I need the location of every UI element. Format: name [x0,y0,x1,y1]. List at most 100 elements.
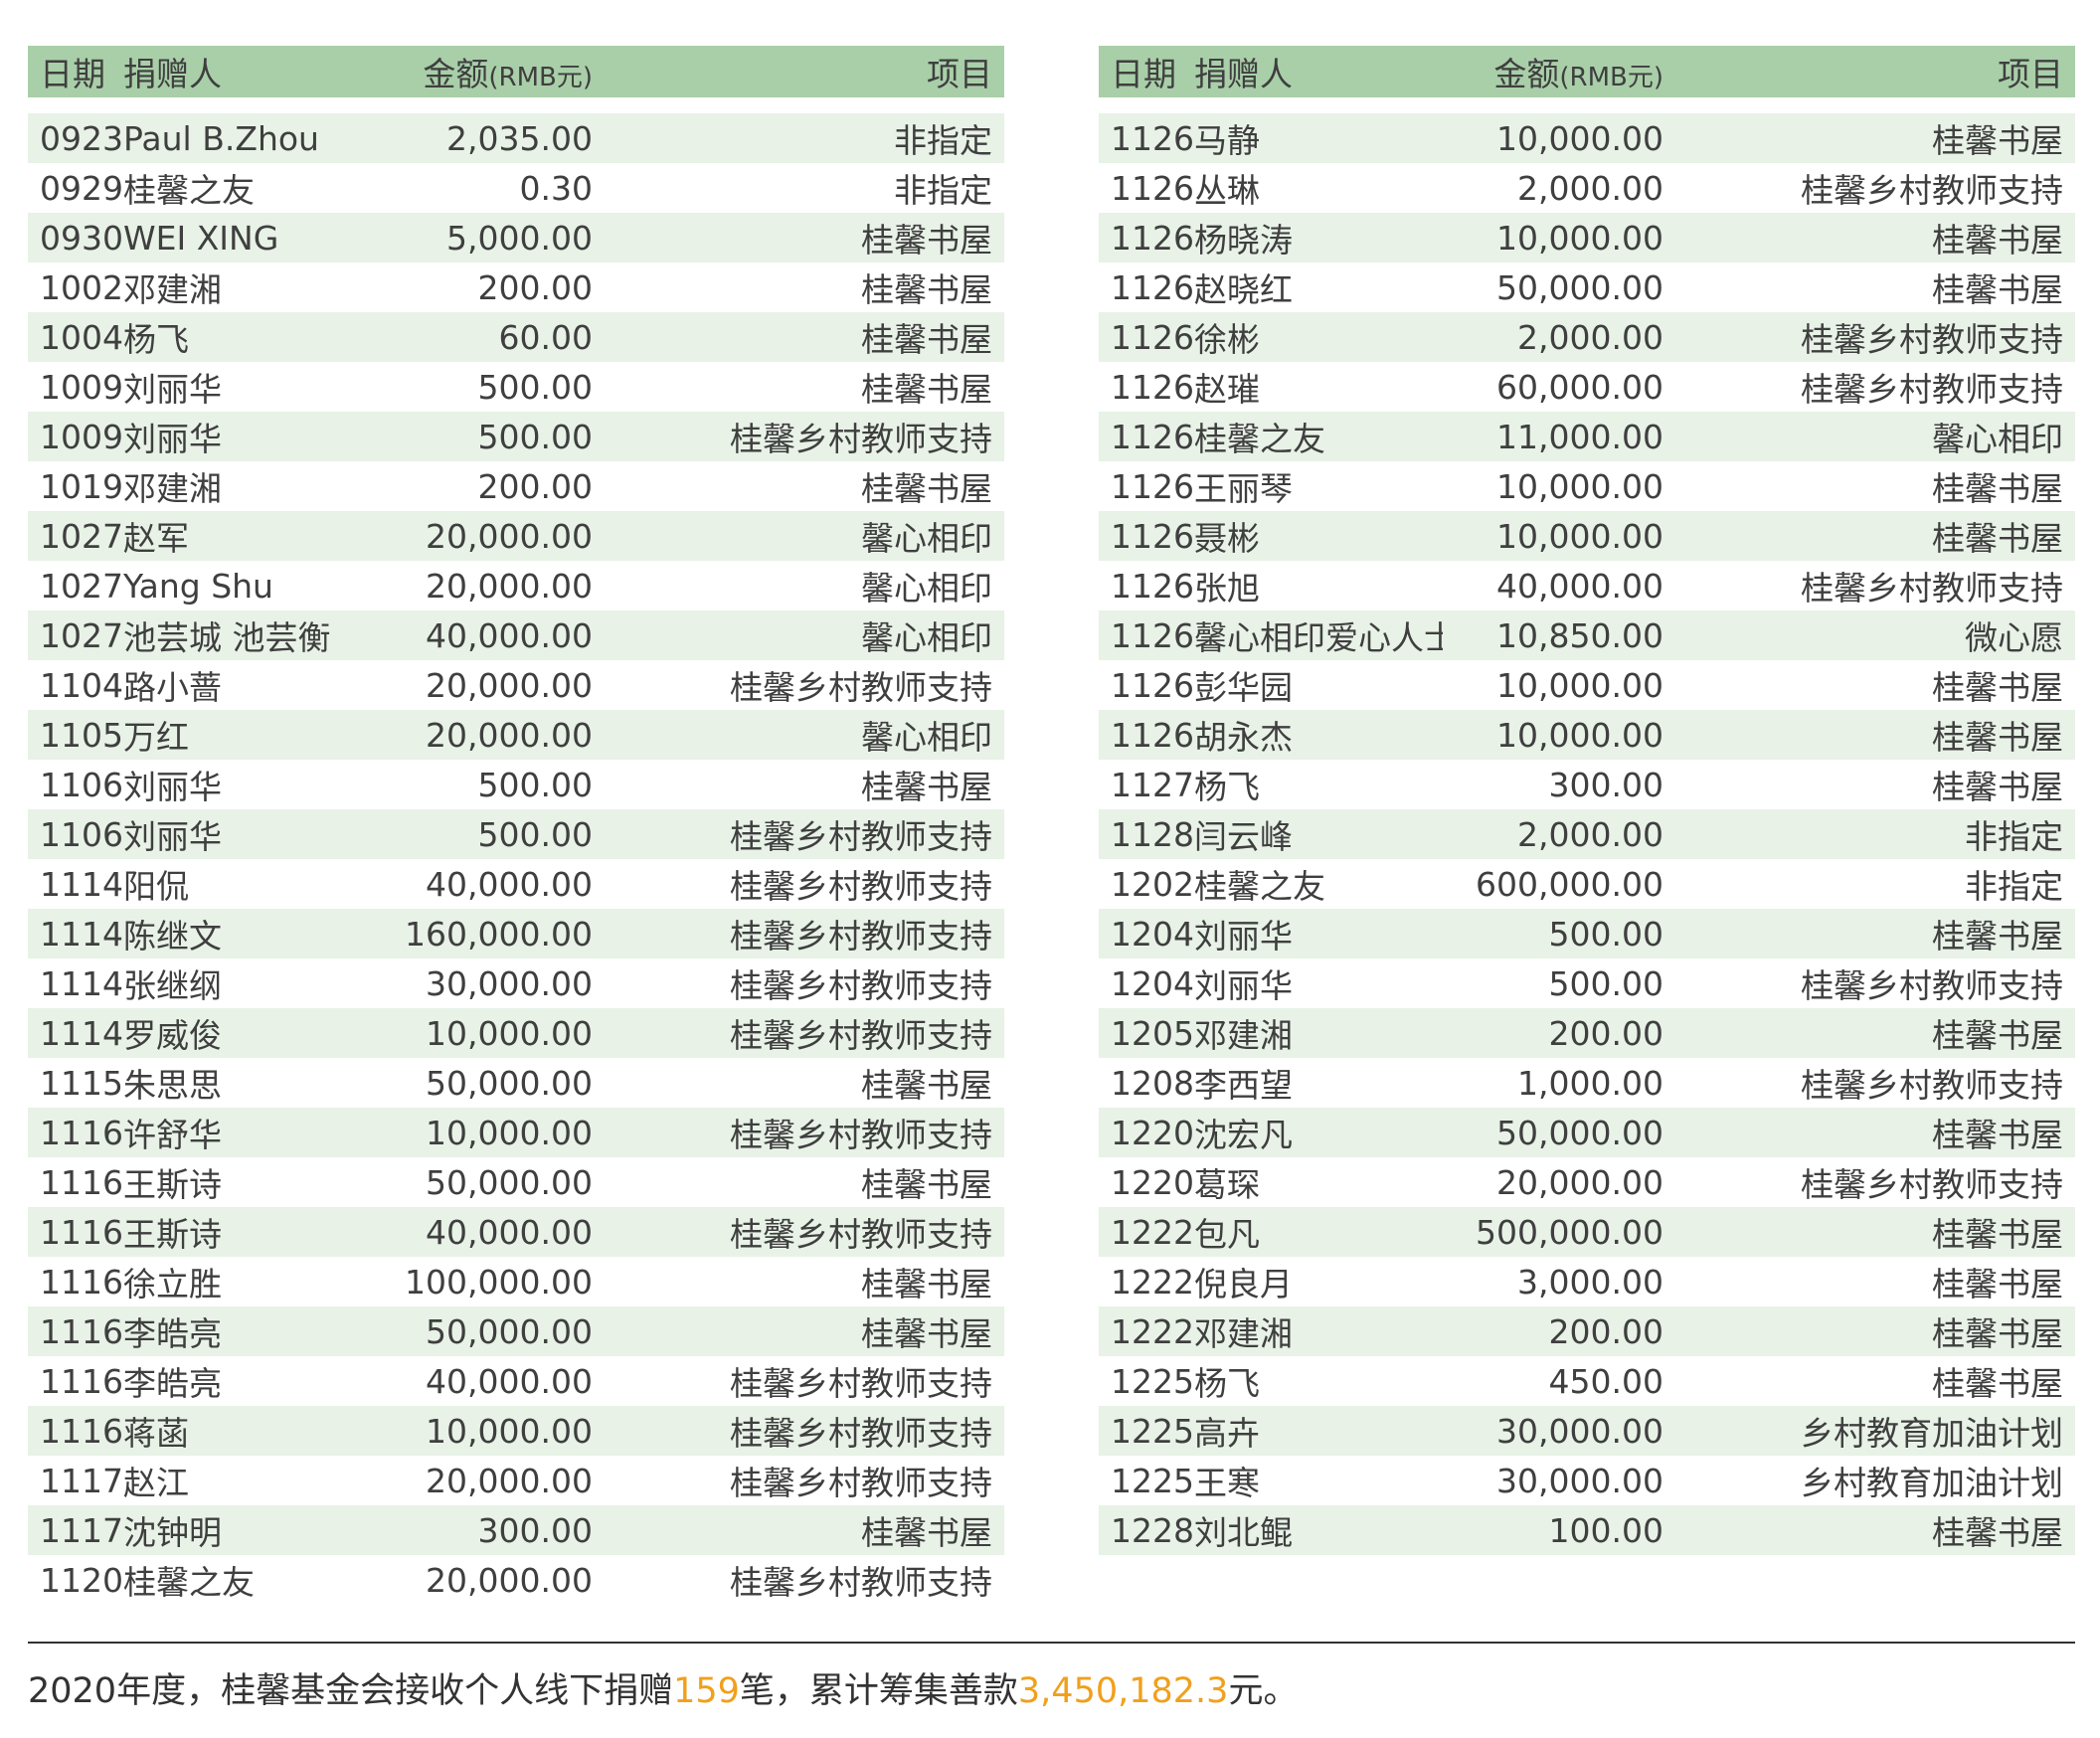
cell-date: 1116 [40,1411,123,1451]
cell-donor: 桂馨之友 [1194,867,1325,906]
table-row: 1126 桂馨之友 11,000.00 馨心相印 [1099,412,2075,461]
cell-amount: 20,000.00 [426,665,593,705]
cell-donor: 阳侃 [123,867,189,906]
table-row: 1114 罗威俊 10,000.00 桂馨乡村教师支持 [28,1008,1004,1058]
cell-donor: 杨飞 [1194,1364,1260,1403]
table-row: 1114 张继纲 30,000.00 桂馨乡村教师支持 [28,958,1004,1008]
cell-project: 桂馨乡村教师支持 [730,1364,992,1403]
cell-date: 1126 [1111,317,1194,357]
summary-total: 3,450,182.3 [1017,1671,1229,1711]
cell-date: 1208 [1111,1063,1194,1103]
cell-donor: 李西望 [1194,1066,1293,1105]
cell-amount: 30,000.00 [1496,1411,1663,1451]
cell-date: 1115 [40,1063,123,1103]
cell-project: 桂馨乡村教师支持 [730,917,992,956]
cell-project: 桂馨书屋 [861,320,992,359]
header-amount: 金额(RMB元) [372,48,593,95]
cell-amount: 20,000.00 [426,516,593,556]
cell-project: 桂馨书屋 [1932,1215,2063,1254]
table-row: 1220 葛琛 20,000.00 桂馨乡村教师支持 [1099,1157,2075,1207]
cell-donor: 张旭 [1194,569,1260,608]
table-row: 1027 池芸城 池芸衡 40,000.00 馨心相印 [28,610,1004,660]
cell-project: 桂馨乡村教师支持 [730,1464,992,1502]
cell-date: 1225 [1111,1361,1194,1401]
cell-date: 1117 [40,1461,123,1500]
cell-amount: 3,000.00 [1517,1262,1663,1302]
table-row: 1126 彭华园 10,000.00 桂馨书屋 [1099,660,2075,710]
header-amount: 金额(RMB元) [1443,48,1663,95]
cell-project: 桂馨书屋 [861,270,992,309]
cell-project: 桂馨书屋 [861,1513,992,1552]
header-date: 日期 [40,55,105,93]
cell-amount: 30,000.00 [1496,1461,1663,1500]
cell-donor: 陈继文 [123,917,222,956]
table-row: 1120 桂馨之友 20,000.00 桂馨乡村教师支持 [28,1555,1004,1605]
cell-date: 1027 [40,615,123,655]
cell-amount: 200.00 [1548,1013,1663,1053]
table-row: 1027 赵军 20,000.00 馨心相印 [28,511,1004,561]
cell-amount: 200.00 [477,267,593,307]
cell-donor: WEI XING [123,218,279,258]
table-row: 1225 王寒 30,000.00 乡村教育加油计划 [1099,1456,2075,1505]
cell-amount: 2,000.00 [1517,317,1663,357]
cell-amount: 600,000.00 [1476,864,1663,904]
table-row: 1117 赵江 20,000.00 桂馨乡村教师支持 [28,1456,1004,1505]
cell-amount: 160,000.00 [405,914,593,954]
table-row: 1116 李皓亮 40,000.00 桂馨乡村教师支持 [28,1356,1004,1406]
cell-donor: 路小蔷 [123,668,222,707]
table-row: 1128 闫云峰 2,000.00 非指定 [1099,809,2075,859]
cell-project: 桂馨乡村教师支持 [1801,320,2063,359]
cell-date: 1126 [1111,118,1194,158]
cell-project: 桂馨书屋 [1932,519,2063,558]
cell-project: 桂馨书屋 [1932,768,2063,806]
cell-amount: 11,000.00 [1496,417,1663,456]
cell-date: 1002 [40,267,123,307]
table-row: 1009 刘丽华 500.00 桂馨书屋 [28,362,1004,412]
table-row: 1114 阳侃 40,000.00 桂馨乡村教师支持 [28,859,1004,909]
cell-amount: 500.00 [1548,963,1663,1003]
cell-date: 1019 [40,466,123,506]
cell-project: 乡村教育加油计划 [1801,1414,2063,1453]
cell-project: 桂馨乡村教师支持 [730,1016,992,1055]
cell-date: 1126 [1111,267,1194,307]
cell-date: 1222 [1111,1311,1194,1351]
header-project: 项目 [927,55,992,93]
table-row: 1117 沈钟明 300.00 桂馨书屋 [28,1505,1004,1555]
cell-project: 桂馨书屋 [1932,469,2063,508]
cell-amount: 50,000.00 [426,1063,593,1103]
cell-amount: 40,000.00 [426,1361,593,1401]
cell-donor: 赵璀 [1194,370,1260,409]
cell-date: 1126 [1111,218,1194,258]
cell-amount: 500.00 [477,814,593,854]
cell-donor: 闫云峰 [1194,817,1293,856]
cell-date: 1225 [1111,1411,1194,1451]
cell-donor: 杨飞 [123,320,189,359]
cell-donor: 桂馨之友 [123,171,255,210]
cell-donor: 邓建湘 [123,270,222,309]
cell-project: 桂馨乡村教师支持 [730,420,992,458]
table-row: 1126 杨晓涛 10,000.00 桂馨书屋 [1099,213,2075,262]
cell-date: 1222 [1111,1262,1194,1302]
cell-project: 桂馨书屋 [1932,1265,2063,1304]
cell-date: 1220 [1111,1162,1194,1202]
cell-date: 1105 [40,715,123,755]
cell-date: 1027 [40,516,123,556]
cell-project: 馨心相印 [1932,420,2063,458]
cell-donor: 罗威俊 [123,1016,222,1055]
table-row: 1222 倪良月 3,000.00 桂馨书屋 [1099,1257,2075,1306]
cell-project: 馨心相印 [861,569,992,608]
cell-date: 1116 [40,1311,123,1351]
cell-amount: 50,000.00 [1496,1113,1663,1152]
cell-donor: 李皓亮 [123,1364,222,1403]
summary-footer: 2020年度，桂馨基金会接收个人线下捐赠159笔，累计筹集善款3,450,182… [28,1662,1298,1713]
cell-donor: 朱思思 [123,1066,222,1105]
cell-project: 桂馨乡村教师支持 [1801,1165,2063,1204]
cell-project: 桂馨乡村教师支持 [730,1414,992,1453]
cell-donor: 刘丽华 [123,817,222,856]
cell-date: 1126 [1111,367,1194,407]
cell-project: 桂馨书屋 [1932,1513,2063,1552]
table-row: 1116 李皓亮 50,000.00 桂馨书屋 [28,1306,1004,1356]
cell-amount: 60,000.00 [1496,367,1663,407]
cell-donor: 马静 [1194,121,1260,160]
cell-donor: 杨晓涛 [1194,221,1293,260]
